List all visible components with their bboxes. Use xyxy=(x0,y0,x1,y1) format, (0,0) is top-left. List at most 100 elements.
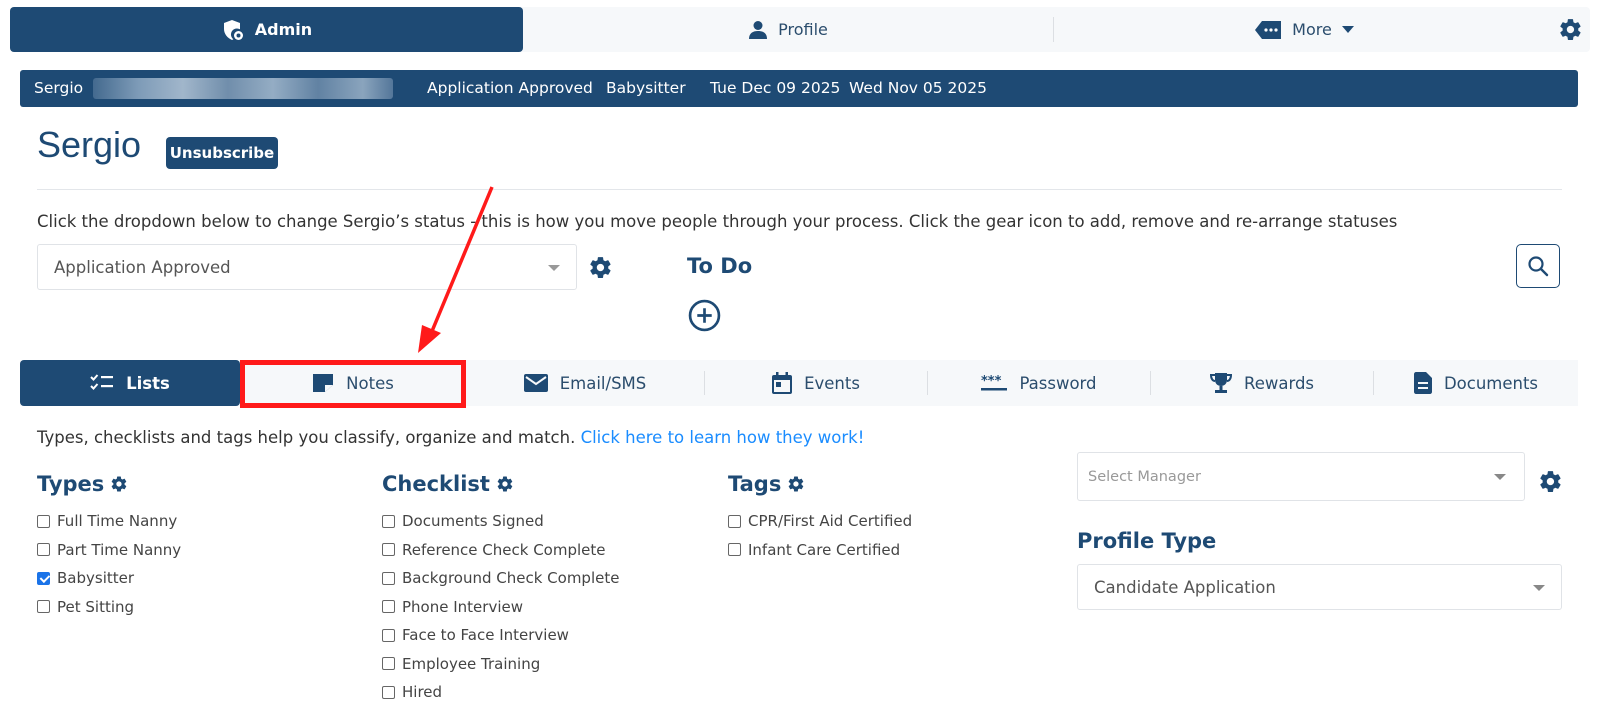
checkbox[interactable] xyxy=(728,543,741,557)
list-item-label: Babysitter xyxy=(57,569,135,588)
candidate-info-bar: Sergio Application Approved Babysitter T… xyxy=(20,70,1578,107)
tab-password[interactable]: *** Password xyxy=(928,360,1150,406)
tab-lists-label: Lists xyxy=(126,373,170,393)
page-title: Sergio xyxy=(37,124,142,165)
checklist-list: Documents Signed Reference Check Complet… xyxy=(382,507,619,707)
manager-dropdown-placeholder: Select Manager xyxy=(1088,469,1201,485)
list-item-label: Part Time Nanny xyxy=(57,540,182,559)
list-item[interactable]: Reference Check Complete xyxy=(382,536,619,565)
info-date-2: Wed Nov 05 2025 xyxy=(849,79,987,97)
list-item-label: Employee Training xyxy=(402,654,541,673)
manager-gear-icon[interactable] xyxy=(1538,469,1563,494)
status-instruction: Click the dropdown below to change Sergi… xyxy=(37,212,1398,231)
list-item-label: Pet Sitting xyxy=(57,597,135,616)
admin-shield-icon xyxy=(223,19,243,40)
tab-events[interactable]: Events xyxy=(705,360,927,406)
add-todo-plus-icon[interactable] xyxy=(688,299,721,332)
info-date-1: Tue Dec 09 2025 xyxy=(710,79,841,97)
checkbox[interactable] xyxy=(728,514,741,528)
tags-column: Tags CPR/First Aid Certified Infant Care… xyxy=(728,470,912,564)
document-icon xyxy=(1413,372,1432,394)
list-item[interactable]: Employee Training xyxy=(382,650,619,679)
list-item[interactable]: Pet Sitting xyxy=(37,593,181,622)
types-gear-icon[interactable] xyxy=(110,475,128,493)
user-icon xyxy=(749,20,768,39)
tags-gear-icon[interactable] xyxy=(787,475,805,493)
list-item[interactable]: Part Time Nanny xyxy=(37,536,181,565)
checkbox[interactable] xyxy=(382,543,395,557)
todo-title: To Do xyxy=(687,254,753,278)
tab-email-sms[interactable]: Email/SMS xyxy=(466,360,704,406)
redacted-contact-info xyxy=(93,78,393,99)
types-title: Types xyxy=(37,470,181,498)
lists-intro: Types, checklists and tags help you clas… xyxy=(37,428,864,447)
profile-tab[interactable]: Profile xyxy=(523,7,1053,52)
top-nav: Admin Profile More xyxy=(10,7,1590,52)
types-title-label: Types xyxy=(37,472,105,496)
lists-intro-text: Types, checklists and tags help you clas… xyxy=(37,428,581,447)
tags-list: CPR/First Aid Certified Infant Care Cert… xyxy=(728,507,912,564)
profile-type-title: Profile Type xyxy=(1077,529,1217,553)
unsubscribe-button[interactable]: Unsubscribe xyxy=(166,137,278,169)
checklist-icon xyxy=(90,374,114,390)
status-dropdown[interactable]: Application Approved xyxy=(37,244,577,290)
tags-title: Tags xyxy=(728,470,912,498)
list-item[interactable]: Babysitter xyxy=(37,564,181,593)
list-item[interactable]: Hired xyxy=(382,678,619,707)
checklist-title: Checklist xyxy=(382,470,619,498)
admin-tab-label: Admin xyxy=(254,20,313,39)
checkbox[interactable] xyxy=(37,543,50,557)
more-menu-label: More xyxy=(1292,20,1332,39)
tags-title-label: Tags xyxy=(728,472,782,496)
status-dropdown-value: Application Approved xyxy=(54,258,231,277)
checkbox[interactable] xyxy=(382,628,395,642)
status-gear-icon[interactable] xyxy=(588,255,613,280)
calendar-icon xyxy=(772,372,793,394)
list-item[interactable]: Face to Face Interview xyxy=(382,621,619,650)
info-status: Application Approved xyxy=(427,79,593,97)
checkbox-checked[interactable] xyxy=(37,571,50,585)
info-name: Sergio xyxy=(34,79,84,97)
tab-documents[interactable]: Documents xyxy=(1374,360,1578,406)
checkbox[interactable] xyxy=(382,657,395,671)
tab-documents-label: Documents xyxy=(1443,373,1539,393)
tab-lists[interactable]: Lists xyxy=(20,360,240,406)
checkbox[interactable] xyxy=(382,685,395,699)
checkbox[interactable] xyxy=(382,571,395,585)
profile-type-value: Candidate Application xyxy=(1094,578,1276,597)
caret-down-icon xyxy=(1341,25,1354,33)
settings-gear-icon[interactable] xyxy=(1558,17,1583,42)
checkbox[interactable] xyxy=(382,600,395,614)
checkbox[interactable] xyxy=(37,600,50,614)
list-item[interactable]: Phone Interview xyxy=(382,593,619,622)
list-item[interactable]: Documents Signed xyxy=(382,507,619,536)
profile-tab-label: Profile xyxy=(778,20,828,39)
notes-tab-highlight-box xyxy=(240,360,466,408)
profile-type-dropdown[interactable]: Candidate Application xyxy=(1077,564,1562,610)
list-item-label: Full Time Nanny xyxy=(57,512,178,531)
learn-more-link[interactable]: Click here to learn how they work! xyxy=(581,428,865,447)
types-column: Types Full Time Nanny Part Time Nanny Ba… xyxy=(37,470,181,621)
list-item[interactable]: CPR/First Aid Certified xyxy=(728,507,912,536)
tab-rewards[interactable]: Rewards xyxy=(1151,360,1373,406)
chevron-down-icon xyxy=(1494,474,1506,480)
list-item[interactable]: Full Time Nanny xyxy=(37,507,181,536)
trophy-icon xyxy=(1209,373,1232,393)
list-item-label: Background Check Complete xyxy=(402,569,620,588)
checklist-gear-icon[interactable] xyxy=(496,475,514,493)
checkbox[interactable] xyxy=(382,514,395,528)
list-item[interactable]: Infant Care Certified xyxy=(728,536,912,565)
checkbox[interactable] xyxy=(37,514,50,528)
types-list: Full Time Nanny Part Time Nanny Babysitt… xyxy=(37,507,181,621)
list-item-label: Phone Interview xyxy=(402,597,523,616)
search-button[interactable] xyxy=(1516,244,1560,288)
tab-password-label: Password xyxy=(1019,373,1097,393)
tab-email-sms-label: Email/SMS xyxy=(559,373,647,393)
list-item-label: Hired xyxy=(402,683,443,702)
admin-tab[interactable]: Admin xyxy=(10,7,523,52)
more-menu[interactable]: More xyxy=(1054,7,1554,52)
password-icon: *** xyxy=(981,375,1008,391)
manager-dropdown[interactable]: Select Manager xyxy=(1077,452,1525,501)
list-item[interactable]: Background Check Complete xyxy=(382,564,619,593)
tab-events-label: Events xyxy=(804,373,860,393)
